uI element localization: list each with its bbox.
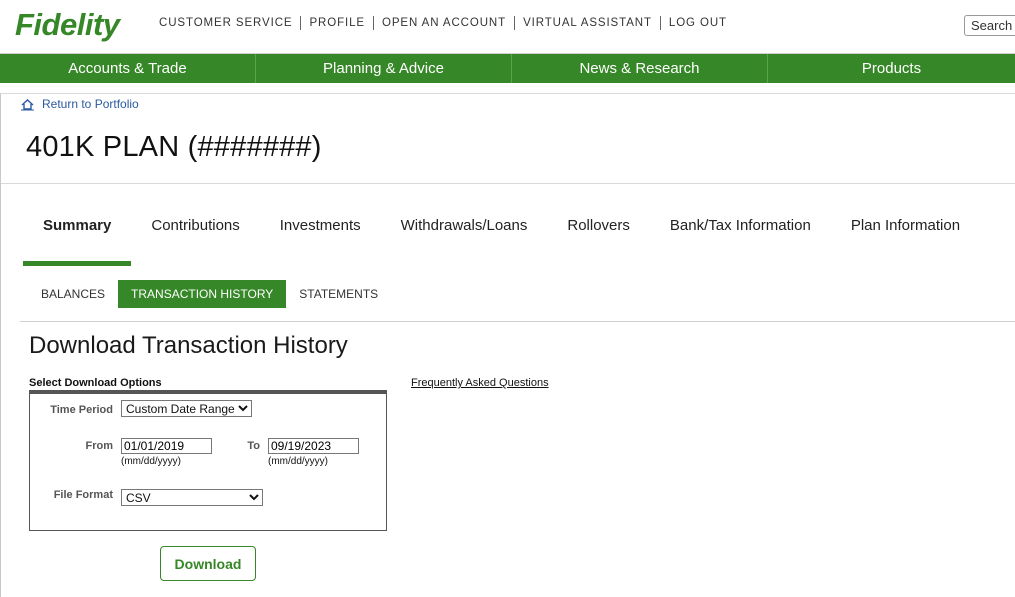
nav-products[interactable]: Products [768, 54, 1015, 83]
log-out-link[interactable]: LOG OUT [659, 16, 735, 30]
site-header: Fidelity CUSTOMER SERVICE PROFILE OPEN A… [0, 0, 1015, 54]
return-arrow-icon [21, 98, 34, 110]
to-date-input[interactable] [268, 438, 359, 454]
subtab-transaction-history[interactable]: TRANSACTION HISTORY [118, 280, 287, 308]
time-period-select[interactable]: Custom Date Range [121, 400, 252, 417]
from-date-hint: (mm/dd/yyyy) [121, 456, 181, 467]
subtab-balances[interactable]: BALANCES [28, 280, 118, 308]
tab-rollovers[interactable]: Rollovers [547, 217, 650, 263]
download-options-label: Select Download Options [29, 377, 162, 389]
download-options-box: Time Period Custom Date Range From (mm/d… [29, 390, 387, 531]
download-button[interactable]: Download [160, 546, 256, 581]
tab-contributions[interactable]: Contributions [131, 217, 259, 263]
profile-link[interactable]: PROFILE [300, 16, 373, 30]
summary-subtabs: BALANCES TRANSACTION HISTORY STATEMENTS [28, 280, 391, 308]
page-content: Return to Portfolio 401K PLAN (#######) … [0, 93, 1015, 597]
file-format-select[interactable]: CSV [121, 489, 263, 506]
section-title: Download Transaction History [29, 332, 348, 359]
tab-summary[interactable]: Summary [23, 217, 132, 266]
customer-service-link[interactable]: CUSTOMER SERVICE [159, 16, 300, 30]
page-title: 401K PLAN (#######) [26, 131, 322, 163]
fidelity-logo[interactable]: Fidelity [15, 6, 120, 44]
nav-news-research[interactable]: News & Research [512, 54, 768, 83]
nav-accounts-trade[interactable]: Accounts & Trade [0, 54, 256, 83]
to-date-hint: (mm/dd/yyyy) [268, 456, 328, 467]
time-period-label: Time Period [50, 404, 113, 416]
search-input[interactable] [964, 15, 1015, 36]
divider [20, 321, 1015, 322]
return-to-portfolio-link[interactable]: Return to Portfolio [20, 97, 139, 111]
utility-nav: CUSTOMER SERVICE PROFILE OPEN AN ACCOUNT… [159, 16, 735, 30]
tab-investments[interactable]: Investments [260, 217, 381, 263]
from-label: From [85, 440, 114, 452]
file-format-label: File Format [53, 489, 113, 501]
account-tabs: Summary Contributions Investments Withdr… [23, 217, 980, 266]
subtab-statements[interactable]: STATEMENTS [286, 280, 391, 308]
virtual-assistant-link[interactable]: VIRTUAL ASSISTANT [514, 16, 660, 30]
nav-planning-advice[interactable]: Planning & Advice [256, 54, 512, 83]
open-account-link[interactable]: OPEN AN ACCOUNT [373, 16, 514, 30]
faq-link[interactable]: Frequently Asked Questions [411, 377, 549, 389]
from-date-input[interactable] [121, 438, 212, 454]
tab-plan-information[interactable]: Plan Information [831, 217, 980, 263]
divider [1, 183, 1015, 184]
return-link-label: Return to Portfolio [42, 97, 139, 111]
tab-withdrawals-loans[interactable]: Withdrawals/Loans [381, 217, 548, 263]
tab-bank-tax-information[interactable]: Bank/Tax Information [650, 217, 831, 263]
main-nav: Accounts & Trade Planning & Advice News … [0, 54, 1015, 83]
to-label: To [247, 440, 260, 452]
